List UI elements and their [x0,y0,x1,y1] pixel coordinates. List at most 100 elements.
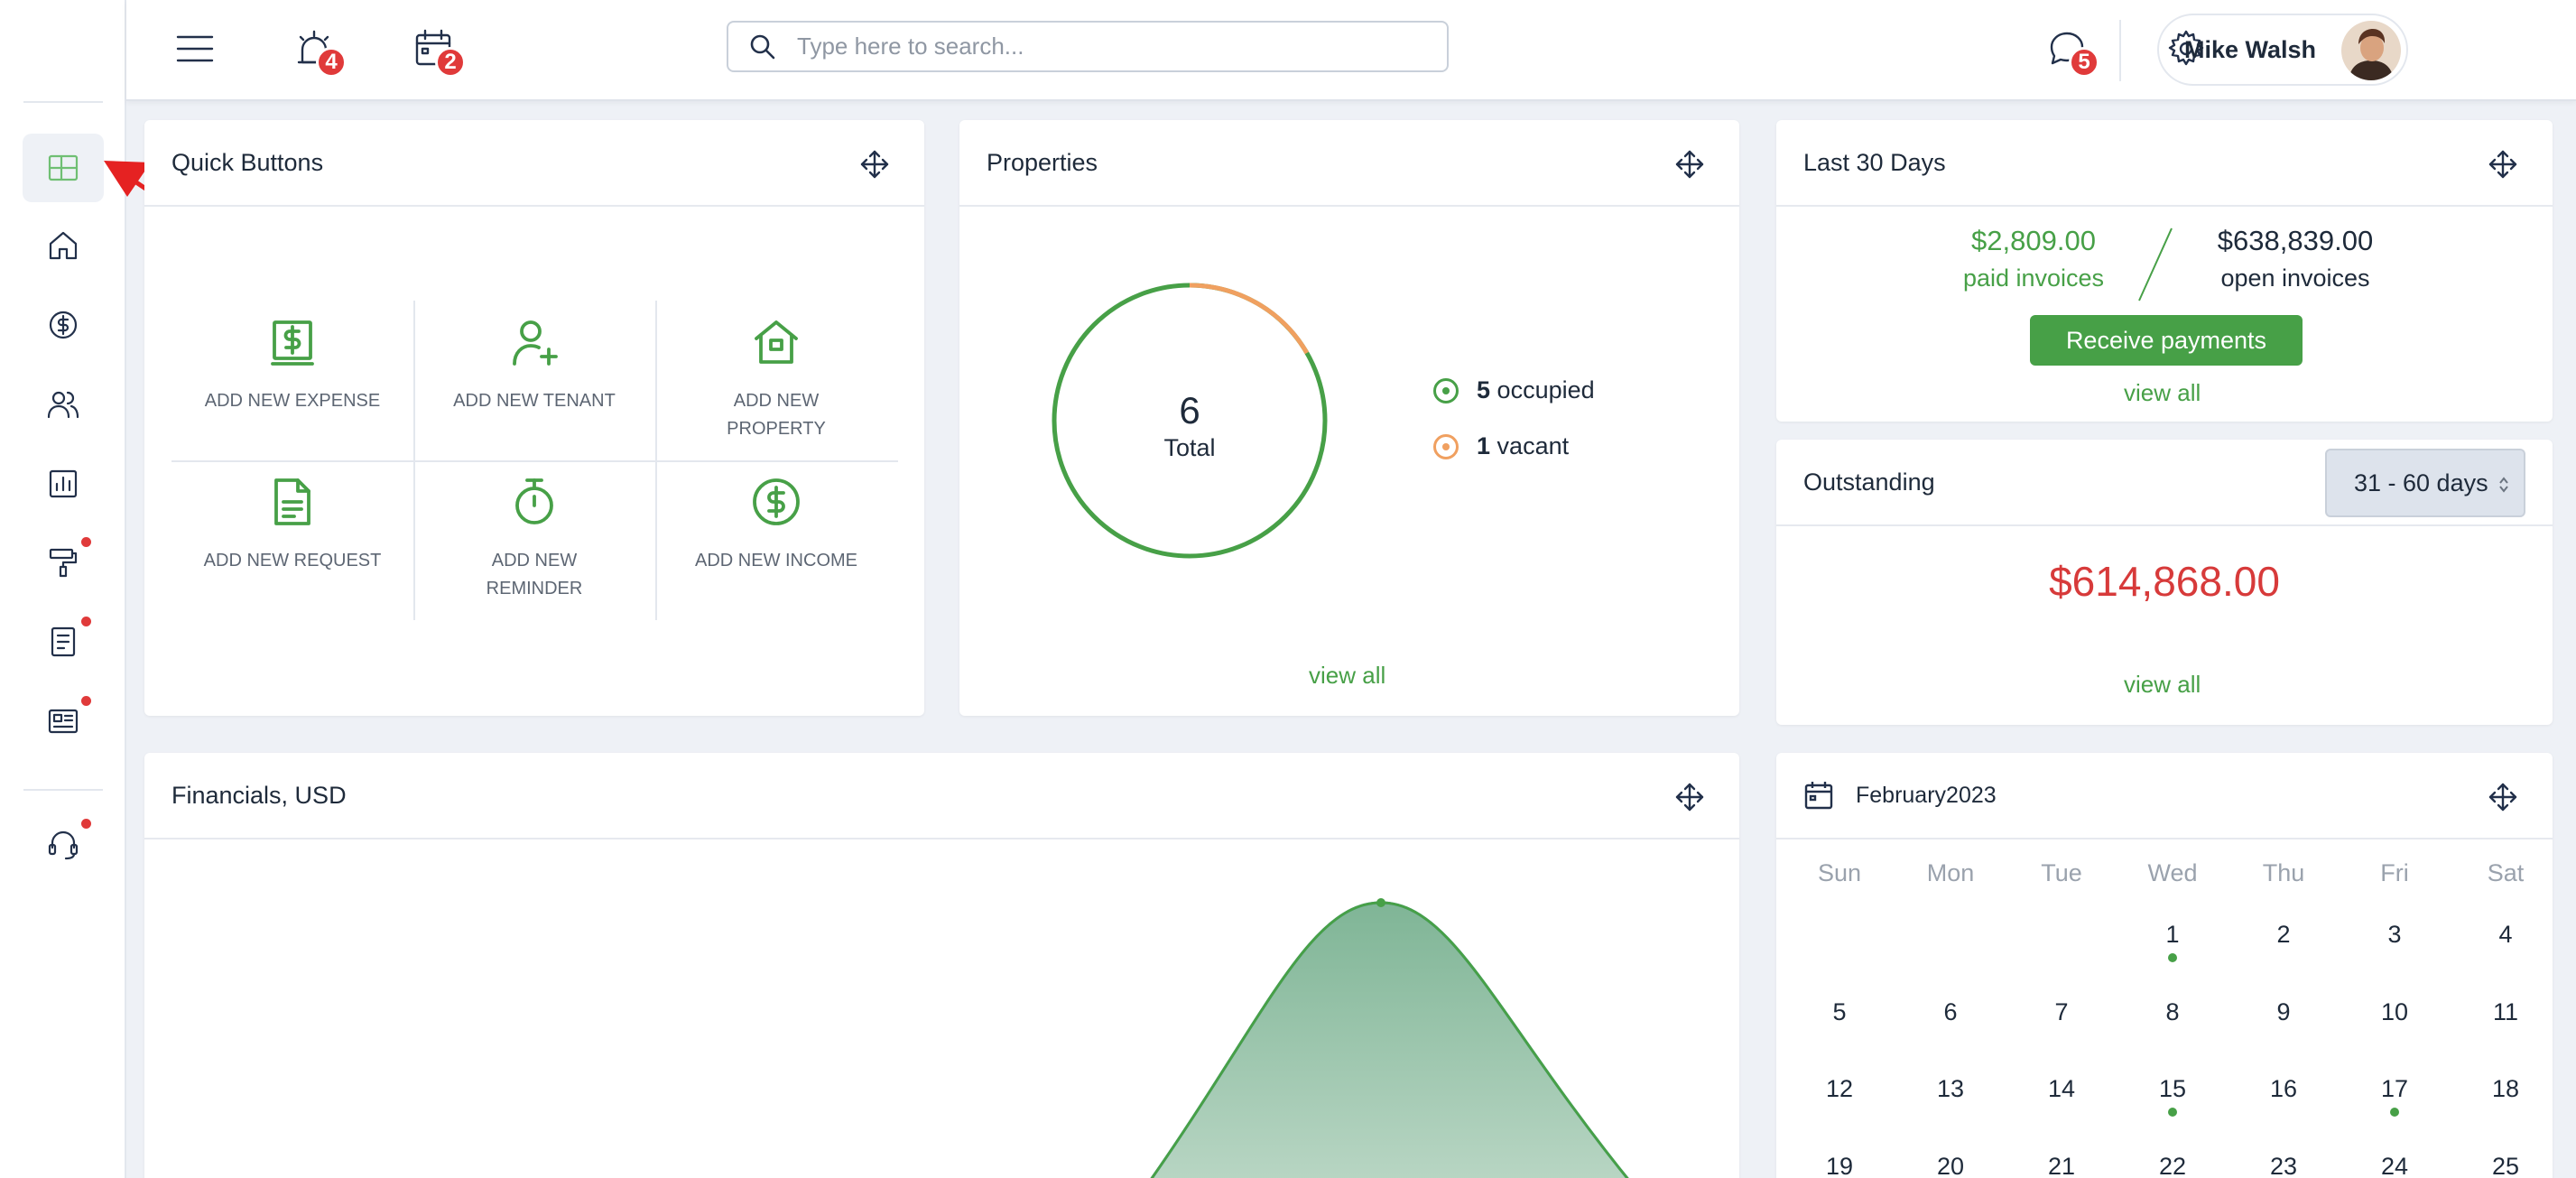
move-icon [1675,783,1704,812]
drag-handle[interactable] [2488,149,2518,180]
sidebar-item-dashboard[interactable] [23,134,104,202]
calendar-day[interactable]: 13 [1914,1075,1987,1103]
financials-area-chart [1150,898,1629,1178]
card-title: Last 30 Days [1803,148,1946,176]
quick-button-label: ADD NEW INCOME [695,551,857,570]
calendar-day[interactable]: 20 [1914,1153,1987,1178]
calendar-day[interactable]: 4 [2469,921,2542,949]
legend-vacant: 1 vacant [1433,432,1569,460]
move-icon [1675,150,1704,179]
messages-button[interactable]: 5 [2042,23,2099,78]
vacant-label: vacant [1496,432,1570,459]
search-icon [750,34,775,59]
open-label: open invoices [2220,264,2370,292]
calendar-day[interactable]: 22 [2136,1153,2209,1178]
dashboard-icon [48,154,79,181]
calendar-day[interactable]: 15 [2136,1075,2209,1103]
stopwatch-icon [515,478,553,524]
quick-buttons-card: Quick Buttons ADD NEW EXPENSE ADD NEW TE… [144,120,924,716]
drag-handle[interactable] [859,149,890,180]
reminders-button[interactable]: 4 [289,23,347,78]
calendar-day[interactable]: 18 [2469,1075,2542,1103]
occupied-marker [1433,377,1459,403]
outstanding-view-all-link[interactable]: view all [2124,671,2201,699]
legend-occupied: 5 occupied [1433,376,1595,404]
range-select[interactable]: 31 - 60 days [2325,449,2525,517]
calendar-day[interactable]: 5 [1803,998,1876,1026]
calendar-day[interactable]: 19 [1803,1153,1876,1178]
add-new-income-button[interactable]: ADD NEW INCOME [655,460,897,620]
calendar-day[interactable]: 12 [1803,1075,1876,1103]
calendar-day[interactable]: 21 [2025,1153,2098,1178]
notification-dot [81,537,91,547]
user-menu[interactable]: Mike Walsh [2157,14,2408,86]
weekday-label: Tue [2041,859,2082,886]
card-title: Properties [987,148,1098,176]
drag-handle[interactable] [2488,782,2518,812]
sidebar-item-documents[interactable] [23,608,104,676]
event-dot [2168,1108,2177,1117]
drag-handle[interactable] [1674,149,1705,180]
sidebar-item-home[interactable] [23,211,104,280]
vacant-arc [1189,283,1310,355]
calendar-day[interactable]: 11 [2469,998,2542,1026]
drag-handle[interactable] [1674,782,1705,812]
house-icon [755,320,798,364]
search-input[interactable] [797,32,1429,60]
calendar-day[interactable]: 16 [2247,1075,2320,1103]
calendar-day[interactable]: 7 [2025,998,2098,1026]
receive-payments-button[interactable]: Receive payments [2030,315,2303,366]
sidebar-divider [23,789,103,791]
weekday-label: Mon [1926,859,1975,886]
add-new-request-button[interactable]: ADD NEW REQUEST [171,460,413,620]
paid-amount: $2,809.00 [1971,225,2096,256]
search-box[interactable] [727,21,1449,72]
vacant-count: 1 [1477,432,1491,459]
notification-dot [81,696,91,706]
properties-view-all-link[interactable]: view all [1309,662,1385,690]
news-icon [48,709,79,734]
calendar-day[interactable]: 17 [2358,1075,2431,1103]
sidebar-item-listings[interactable] [23,687,104,756]
calendar-day[interactable]: 2 [2247,921,2320,949]
sidebar-item-payments[interactable] [23,291,104,359]
last-30-days-card: Last 30 Days $2,809.00 paid invoices $63… [1776,120,2553,422]
open-invoices: $638,839.00 open invoices [2191,225,2399,292]
income-coin-icon [753,478,800,525]
last30-view-all-link[interactable]: view all [2124,379,2201,407]
reminders-badge: 4 [316,47,347,78]
weekday-label: Wed [2147,859,2198,886]
calendar-day[interactable]: 8 [2136,998,2209,1026]
menu-button[interactable] [170,23,220,74]
calendar-button[interactable]: 2 [408,23,466,78]
sidebar-item-reports[interactable] [23,450,104,518]
add-new-tenant-button[interactable]: ADD NEW TENANT [413,301,655,460]
calendar-day[interactable]: 10 [2358,998,2431,1026]
calendar-day[interactable]: 3 [2358,921,2431,949]
add-new-property-button[interactable]: ADD NEW PROPERTY [655,301,897,460]
calendar-day[interactable]: 1 [2136,921,2209,949]
request-doc-icon [274,478,310,525]
sidebar-item-people[interactable] [23,370,104,439]
avatar [2341,21,2401,80]
calendar-day[interactable]: 23 [2247,1153,2320,1178]
calendar-day[interactable]: 6 [1914,998,1987,1026]
properties-donut-chart: 6 Total [1052,283,1328,559]
quick-button-label: ADD NEW REQUEST [203,551,382,570]
add-new-expense-button[interactable]: ADD NEW EXPENSE [171,301,413,460]
financials-card: Financials, USD [144,753,1739,1178]
messages-badge: 5 [2069,47,2099,78]
sidebar-item-maintenance[interactable] [23,528,104,597]
sidebar-item-support[interactable] [23,810,104,878]
total-value: 6 [1179,389,1200,431]
calendar-day[interactable]: 9 [2247,998,2320,1026]
peak-point[interactable] [1376,898,1385,907]
calendar-day[interactable]: 25 [2469,1153,2542,1178]
calendar-day[interactable]: 24 [2358,1153,2431,1178]
card-title: Outstanding [1803,468,1935,496]
add-new-reminder-button[interactable]: ADD NEW REMINDER [413,460,655,620]
calendar-day[interactable]: 14 [2025,1075,2098,1103]
dollar-icon [49,311,78,339]
users-icon [47,391,79,419]
calendar-card: February2023 Sun Mon Tue Wed Thu Fri Sat 1 2 3 4 5 6… [1776,753,2553,1178]
